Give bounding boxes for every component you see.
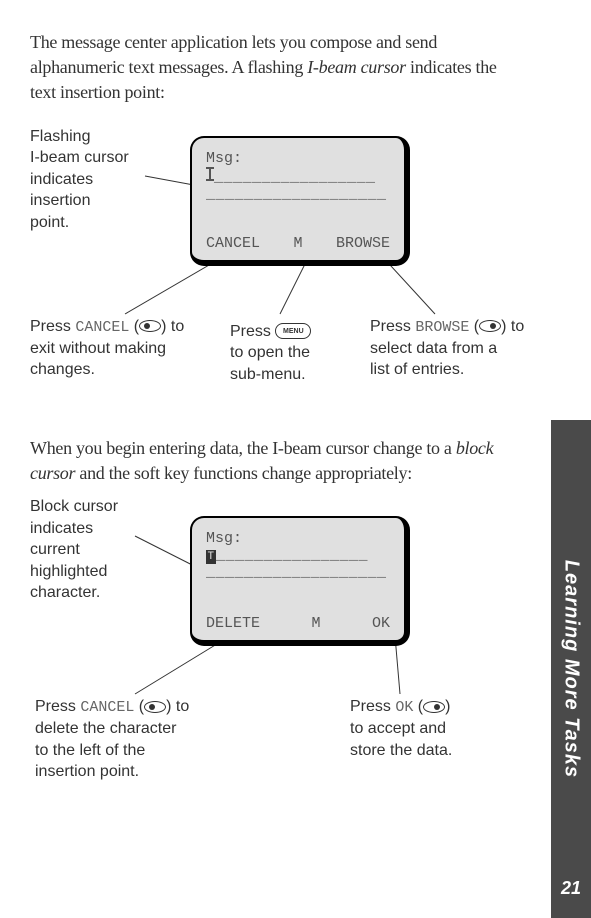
- bc-l4: highlighted: [30, 563, 107, 580]
- c1-key: CANCEL: [75, 319, 129, 336]
- bc-l2: indicates: [30, 520, 93, 537]
- section2-paragraph: When you begin entering data, the I-beam…: [30, 436, 500, 486]
- o1-l3: store the data.: [350, 742, 452, 759]
- c3b: (: [469, 318, 479, 335]
- diagram-block: Block cursor indicates current highlight…: [30, 496, 500, 796]
- callout-l5: point.: [30, 214, 69, 231]
- callout-ibeam-cursor: Flashing I-beam cursor indicates inserti…: [30, 126, 180, 234]
- block-cursor-icon: T: [206, 550, 216, 564]
- screen2-soft-right: OK: [372, 615, 390, 632]
- page-number: 21: [561, 878, 581, 898]
- callout-block-cursor: Block cursor indicates current highlight…: [30, 496, 180, 604]
- c1a: Press: [30, 318, 75, 335]
- screen1-soft-left: CANCEL: [206, 235, 260, 252]
- o1-key: OK: [395, 699, 413, 716]
- c3c: ) to: [501, 318, 524, 335]
- intro-italic: I-beam cursor: [307, 57, 406, 77]
- c3-l3: list of entries.: [370, 361, 464, 378]
- ibeam-cursor-icon: [206, 167, 214, 181]
- callout-menu: Press MENU to open the sub-menu.: [230, 321, 360, 386]
- screen1-line1: _________________: [214, 169, 376, 186]
- c2-l3: sub-menu.: [230, 366, 306, 383]
- bc-l5: character.: [30, 584, 100, 601]
- side-tab-label: Learning More Tasks: [560, 560, 583, 778]
- d1-l4: insertion point.: [35, 763, 139, 780]
- callout-l1: Flashing: [30, 128, 90, 145]
- menu-key-icon: MENU: [275, 323, 311, 339]
- d1-l2: delete the character: [35, 720, 176, 737]
- diagram-ibeam: Flashing I-beam cursor indicates inserti…: [30, 126, 500, 406]
- c2-l2: to open the: [230, 344, 310, 361]
- bc-l3: current: [30, 541, 80, 558]
- phone-screen-2: Msg: T________________ _________________…: [190, 516, 410, 646]
- c1-l3: changes.: [30, 361, 95, 378]
- c3-l2: select data from a: [370, 340, 497, 357]
- d1c: ) to: [166, 698, 189, 715]
- right-softkey-icon: [479, 320, 501, 332]
- left-softkey-icon-2: [144, 701, 166, 713]
- c1c: ) to: [161, 318, 184, 335]
- screen1-soft-mid: M: [293, 235, 302, 252]
- o1a: Press: [350, 698, 395, 715]
- o1b: (: [413, 698, 423, 715]
- d1-key: CANCEL: [80, 699, 134, 716]
- bc-l1: Block cursor: [30, 498, 118, 515]
- callout-l3: indicates: [30, 171, 93, 188]
- c1-l2: exit without making: [30, 340, 166, 357]
- callout-cancel: Press CANCEL ( ) to exit without making c…: [30, 316, 230, 381]
- screen1-line2: ___________________: [206, 186, 390, 203]
- screen1-title: Msg:: [206, 150, 390, 167]
- callout-ok: Press OK () to accept and store the data…: [350, 696, 530, 761]
- intro-paragraph: The message center application lets you …: [30, 30, 500, 106]
- page-number-box: 21: [551, 878, 591, 908]
- o1c: ): [445, 698, 450, 715]
- right-softkey-icon-2: [423, 701, 445, 713]
- d1b: (: [134, 698, 144, 715]
- callout-delete: Press CANCEL () to delete the character …: [35, 696, 245, 783]
- s2-part1: When you begin entering data, the I-beam…: [30, 438, 456, 458]
- screen2-line1: ________________: [216, 547, 368, 564]
- callout-l4: insertion: [30, 192, 90, 209]
- c3-key: BROWSE: [415, 319, 469, 336]
- s2-part2: and the soft key functions change approp…: [75, 463, 412, 483]
- screen2-soft-mid: M: [311, 615, 320, 632]
- d1a: Press: [35, 698, 80, 715]
- screen1-soft-right: BROWSE: [336, 235, 390, 252]
- screen2-soft-left: DELETE: [206, 615, 260, 632]
- c1b: (: [129, 318, 139, 335]
- phone-screen-1: Msg: _________________ _________________…: [190, 136, 410, 266]
- screen2-title: Msg:: [206, 530, 390, 547]
- c2a: Press: [230, 323, 275, 340]
- side-tab: Learning More Tasks 21: [551, 420, 591, 918]
- callout-l2: I-beam cursor: [30, 149, 129, 166]
- c3a: Press: [370, 318, 415, 335]
- callout-browse: Press BROWSE ( ) to select data from a li…: [370, 316, 560, 381]
- d1-l3: to the left of the: [35, 742, 145, 759]
- left-softkey-icon: [139, 320, 161, 332]
- o1-l2: to accept and: [350, 720, 446, 737]
- screen2-line2: ___________________: [206, 564, 390, 581]
